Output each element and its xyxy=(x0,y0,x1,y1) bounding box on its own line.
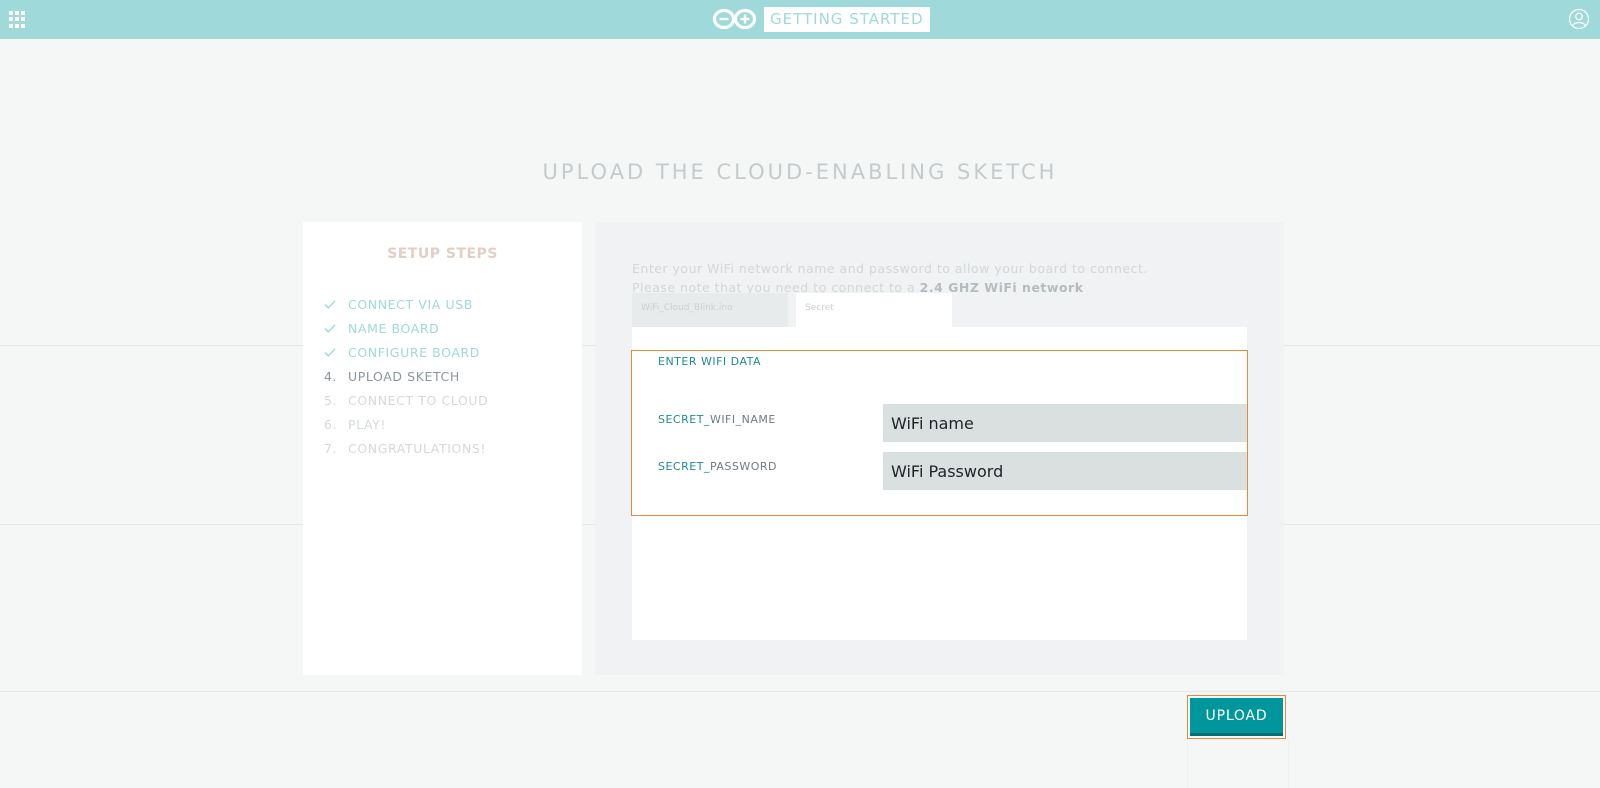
upload-button-highlight: UPLOAD xyxy=(1187,695,1286,739)
step-label: CONFIGURE BOARD xyxy=(348,344,481,360)
check-icon xyxy=(324,321,348,336)
setup-steps-title: SETUP STEPS xyxy=(387,246,498,262)
check-icon xyxy=(324,345,348,360)
wifi-name-input[interactable] xyxy=(883,404,1247,442)
intro-text: Enter your WiFi network name and passwor… xyxy=(632,259,1148,297)
arduino-logo-icon xyxy=(712,8,757,30)
upload-button[interactable]: UPLOAD xyxy=(1190,698,1283,736)
setup-steps-panel: SETUP STEPS CONNECT VIA USB NAME BOARD C… xyxy=(303,222,582,675)
divider xyxy=(0,691,1600,692)
wifi-form-title: ENTER WIFI DATA xyxy=(658,355,762,368)
check-icon xyxy=(324,297,348,312)
wifi-password-label: SECRET_PASSWORD xyxy=(658,460,777,473)
apps-grid-icon[interactable] xyxy=(9,11,26,28)
step-number: 4. xyxy=(324,368,338,384)
step-label: CONNECT VIA USB xyxy=(348,296,473,312)
tab-secret[interactable]: Secret xyxy=(796,293,952,327)
footer-gutter xyxy=(1187,739,1289,788)
step-connect-via-usb: CONNECT VIA USB xyxy=(324,295,473,313)
step-name-board: NAME BOARD xyxy=(324,319,439,337)
page-title: UPLOAD THE CLOUD-ENABLING SKETCH xyxy=(542,160,1058,184)
step-configure-board: CONFIGURE BOARD xyxy=(324,343,480,361)
label-rest: WIFI_NAME xyxy=(709,413,776,426)
step-number: 7. xyxy=(324,440,338,456)
wifi-password-input[interactable] xyxy=(883,452,1247,490)
step-connect-to-cloud: 5. CONNECT TO CLOUD xyxy=(324,391,488,409)
app-title: GETTING STARTED xyxy=(764,6,930,32)
top-bar: GETTING STARTED xyxy=(0,0,1600,39)
wifi-name-label: SECRET_WIFI_NAME xyxy=(658,413,776,426)
step-congratulations: 7. CONGRATULATIONS! xyxy=(324,439,486,457)
step-label: PLAY! xyxy=(348,416,387,432)
intro-line-1: Enter your WiFi network name and passwor… xyxy=(632,261,1148,276)
step-play: 6. PLAY! xyxy=(324,415,386,433)
tab-sketch-file[interactable]: WiFi_Cloud_Blink.ino xyxy=(632,293,788,327)
step-label: CONGRATULATIONS! xyxy=(348,440,487,456)
label-rest: PASSWORD xyxy=(709,460,778,473)
brand: GETTING STARTED xyxy=(712,6,930,32)
step-label: CONNECT TO CLOUD xyxy=(348,392,489,408)
step-upload-sketch: 4. UPLOAD SKETCH xyxy=(324,367,460,385)
step-number: 5. xyxy=(324,392,338,408)
user-avatar-icon[interactable] xyxy=(1568,8,1590,30)
step-number: 6. xyxy=(324,416,338,432)
label-prefix: SECRET_ xyxy=(658,460,710,473)
wifi-data-form: ENTER WIFI DATA SECRET_WIFI_NAME SECRET_… xyxy=(631,350,1248,516)
step-label: NAME BOARD xyxy=(348,320,440,336)
step-label: UPLOAD SKETCH xyxy=(348,368,460,384)
label-prefix: SECRET_ xyxy=(658,413,710,426)
